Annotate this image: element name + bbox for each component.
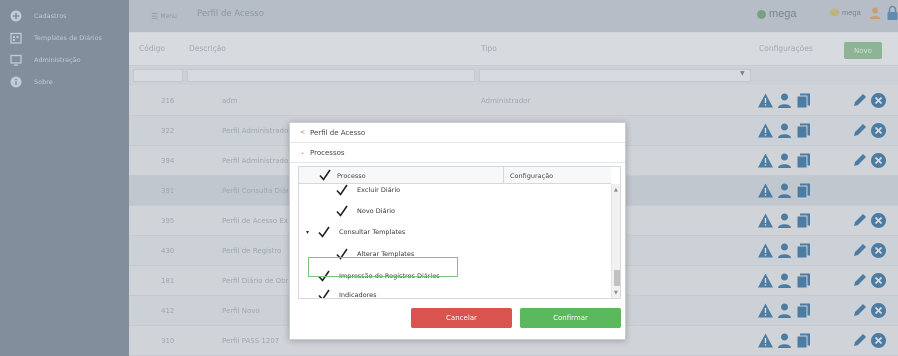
scroll-up-icon[interactable]: ▲: [614, 187, 618, 193]
confirm-button[interactable]: Confirmar: [520, 308, 621, 328]
tree-node-novo-diario[interactable]: Novo Diário: [335, 202, 395, 220]
checkmark-icon[interactable]: [318, 168, 332, 182]
section-perfil-de-acesso[interactable]: < Perfil de Acesso: [290, 123, 625, 143]
caret-down-icon[interactable]: ▾: [306, 229, 309, 236]
tree-node-consultar-templates[interactable]: Consultar Templates: [317, 223, 405, 241]
tree-node-excluir-diario[interactable]: Excluir Diário: [335, 181, 400, 199]
checkmark-icon[interactable]: [317, 288, 331, 299]
header-configuracao: Configuração: [503, 167, 611, 184]
focused-row-outline: [308, 257, 458, 277]
scroll-down-icon[interactable]: ▼: [614, 290, 618, 296]
checkmark-icon[interactable]: [317, 225, 331, 239]
tree-scrollbar[interactable]: ▲ ▼: [611, 184, 620, 298]
checkmark-icon[interactable]: [335, 204, 349, 218]
processos-modal: < Perfil de Acesso ⌄ Processos Processo …: [289, 122, 626, 340]
chevron-down-icon: ⌄: [300, 149, 306, 156]
cancel-button[interactable]: Cancelar: [411, 308, 512, 328]
process-tree: Processo Configuração Excluir Diário Nov…: [298, 166, 621, 299]
checkmark-icon[interactable]: [335, 183, 349, 197]
tree-node-indicadores[interactable]: Indicadores: [317, 286, 377, 299]
section-processos[interactable]: ⌄ Processos: [290, 143, 625, 163]
chevron-left-icon: <: [300, 129, 306, 136]
header-processo: Processo: [337, 172, 366, 180]
scrollbar-thumb[interactable]: [614, 270, 620, 286]
